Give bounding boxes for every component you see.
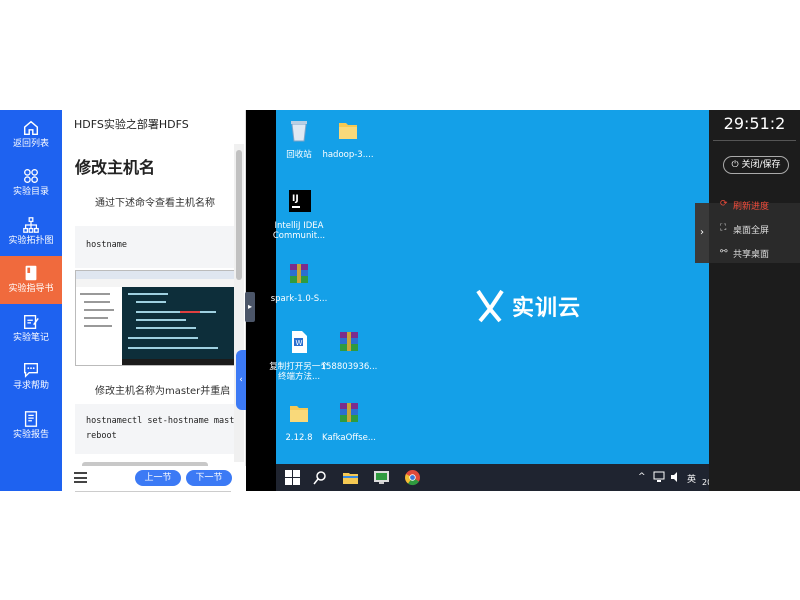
edit-note-icon <box>24 314 39 329</box>
sidebar-item-label: 实验指导书 <box>8 284 54 295</box>
taskbar: ^ 英 20 <box>276 464 712 491</box>
wallpaper-brand: 实训云 <box>474 289 581 323</box>
power-icon: ⏻ <box>731 160 739 170</box>
desktop-icon-archive[interactable]: 158803936... <box>319 329 379 372</box>
close-save-button[interactable]: ⏻ 关闭/保存 <box>723 156 789 174</box>
terminal-screenshot <box>75 270 235 366</box>
desktop-icon-label: hadoop-3.... <box>322 150 374 160</box>
panel-title: HDFS实验之部署HDFS <box>74 118 189 131</box>
sidebar-item-label: 实验报告 <box>12 429 49 440</box>
chevron-right-icon: ▸ <box>247 302 252 311</box>
menu-icon[interactable] <box>74 472 87 483</box>
report-icon <box>24 410 38 427</box>
sidebar-item-label: 返回列表 <box>12 138 49 149</box>
grid-icon <box>24 169 38 184</box>
guide-content: 修改主机名 通过下述命令查看主机名称 hostname 修改主机名称为maste… <box>62 134 246 574</box>
desktop-icon-kafka[interactable]: KafkaOffse... <box>319 400 379 443</box>
step-text: 通过下述命令查看主机名称 <box>95 198 215 209</box>
desktop-icon-spark[interactable]: spark-1.0-S... <box>269 261 329 304</box>
sidebar: 返回列表 实验目录 实验拓扑图 实验指导书 实验笔记 寻求帮助 实验报告 <box>0 110 62 491</box>
book-icon <box>25 266 37 281</box>
sidebar-item-label: 实验拓扑图 <box>8 235 54 246</box>
volume-icon[interactable] <box>670 471 682 483</box>
winrar-icon <box>340 403 358 422</box>
desktop-icon-intellij[interactable]: IJ IntelliJ IDEA Communit... <box>269 188 329 241</box>
recycle-bin-icon <box>291 121 307 142</box>
next-section-button[interactable]: 下一节 <box>186 470 232 486</box>
sidebar-item-catalog[interactable]: 实验目录 <box>0 159 62 208</box>
share-desktop-button[interactable]: ⚯ 共享桌面 <box>720 247 770 260</box>
sidebar-item-back-to-list[interactable]: 返回列表 <box>0 110 62 159</box>
code-line: hostname <box>86 240 127 250</box>
network-icon[interactable] <box>653 471 665 483</box>
fullscreen-button[interactable]: ⛶ 桌面全屏 <box>720 223 770 236</box>
fullscreen-icon: ⛶ <box>720 223 727 233</box>
chevron-right-icon: › <box>700 227 704 238</box>
folder-icon <box>290 406 308 422</box>
code-block[interactable]: hostnamectl set-hostname master reboot <box>75 404 235 454</box>
chevron-left-icon: ‹ <box>239 375 243 385</box>
word-doc-icon: W <box>292 331 307 353</box>
brand-text: 实训云 <box>512 296 582 321</box>
sidebar-item-guide[interactable]: 实验指导书 <box>0 255 62 304</box>
file-explorer-icon[interactable] <box>342 469 359 486</box>
guide-panel: HDFS实验之部署HDFS 修改主机名 通过下述命令查看主机名称 hostnam… <box>62 110 246 492</box>
section-heading: 修改主机名 <box>75 158 156 177</box>
fullscreen-label: 桌面全屏 <box>733 226 770 236</box>
divider <box>713 140 796 141</box>
search-icon[interactable] <box>312 469 329 486</box>
countdown-timer: 29:51:2 <box>723 114 786 133</box>
chat-help-icon <box>24 363 38 379</box>
sidebar-item-help[interactable]: 寻求帮助 <box>0 353 62 402</box>
input-language-indicator[interactable]: 英 <box>687 472 696 485</box>
desktop-icon-hadoop[interactable]: hadoop-3.... <box>318 117 378 160</box>
desktop-icon-label: spark-1.0-S... <box>270 294 328 304</box>
close-save-label: 关闭/保存 <box>741 160 781 170</box>
sidebar-item-label: 实验目录 <box>12 187 49 198</box>
sidebar-item-label: 实验笔记 <box>12 332 49 343</box>
tray-chevron-icon[interactable]: ^ <box>638 472 646 482</box>
sidebar-item-label: 寻求帮助 <box>12 381 49 392</box>
menu-collapse-toggle[interactable]: › <box>695 203 709 263</box>
chrome-icon[interactable] <box>404 469 421 486</box>
code-block[interactable]: hostname <box>75 226 235 268</box>
winrar-icon <box>290 264 308 283</box>
expand-handle[interactable]: ▸ <box>245 292 255 322</box>
prev-section-button[interactable]: 上一节 <box>135 470 181 486</box>
sidebar-item-report[interactable]: 实验报告 <box>0 401 62 450</box>
topology-icon <box>23 216 39 233</box>
desktop-icon-label: 158803936... <box>320 362 378 372</box>
share-label: 共享桌面 <box>733 250 770 260</box>
sidebar-item-notes[interactable]: 实验笔记 <box>0 304 62 353</box>
desktop-icon-label: KafkaOffse... <box>322 433 376 443</box>
code-line: reboot <box>86 431 117 441</box>
svg-text:W: W <box>296 339 303 347</box>
code-line: hostnamectl set-hostname master <box>86 416 235 426</box>
refresh-progress-button[interactable]: ⟳ 刷新进度 <box>720 199 770 212</box>
remote-app-icon[interactable] <box>373 469 390 486</box>
winrar-icon <box>340 332 358 351</box>
refresh-label: 刷新进度 <box>733 202 770 212</box>
step-text: 修改主机名称为master并重启 <box>95 386 231 397</box>
vertical-scrollbar[interactable] <box>236 150 242 280</box>
collapse-panel-handle[interactable]: ‹ <box>236 350 246 410</box>
brand-logo-icon <box>476 289 504 323</box>
svg-text:IJ: IJ <box>292 194 299 204</box>
windows-start-icon[interactable] <box>284 469 301 486</box>
home-icon <box>23 120 39 135</box>
share-icon: ⚯ <box>720 247 728 257</box>
panel-footer: 上一节 下一节 <box>62 466 246 491</box>
sidebar-item-topology[interactable]: 实验拓扑图 <box>0 207 62 256</box>
desktop-icon-label: IntelliJ IDEA Communit... <box>272 221 326 241</box>
folder-icon <box>339 123 357 139</box>
intellij-icon: IJ <box>289 190 311 212</box>
refresh-icon: ⟳ <box>720 199 728 209</box>
